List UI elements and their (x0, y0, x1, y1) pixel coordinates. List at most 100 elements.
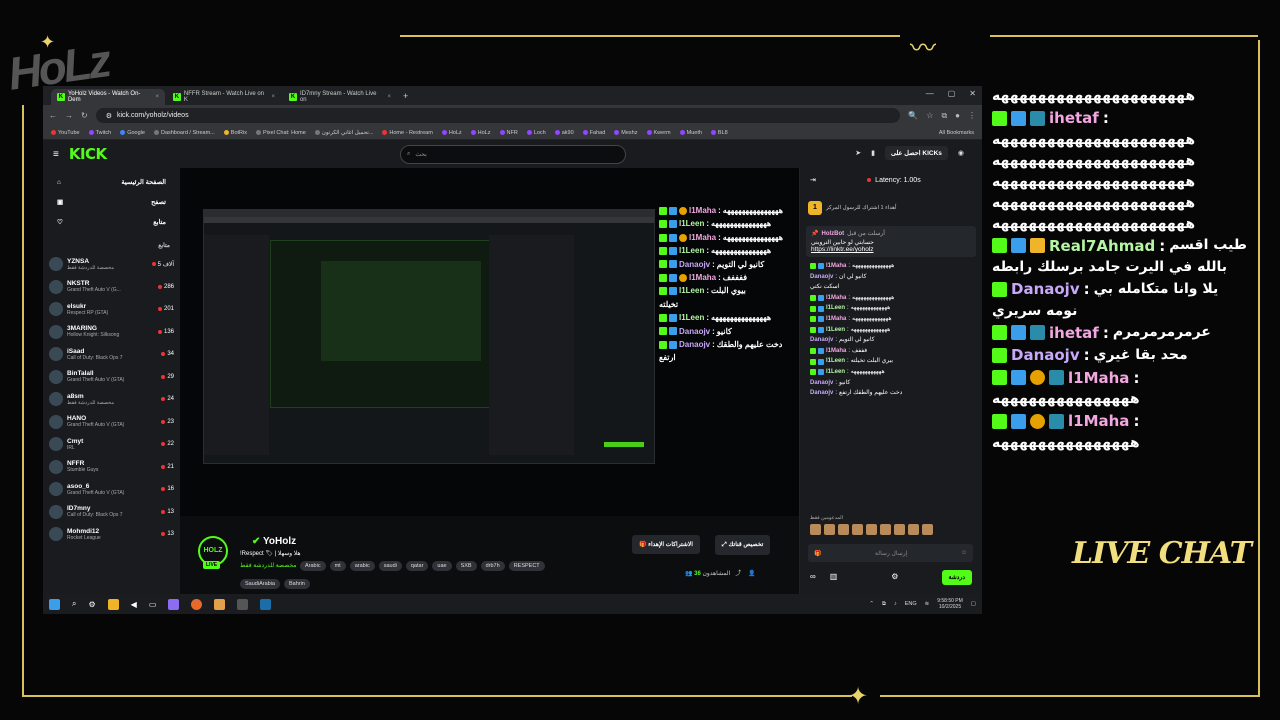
bookmark-item[interactable]: Kwerm (646, 130, 671, 136)
bookmark-item[interactable]: Dashboard / Stream... (153, 130, 215, 136)
follow-icon[interactable]: 👤 (748, 571, 755, 577)
store-icon[interactable]: ▥ (830, 572, 838, 581)
tag[interactable]: Arabic (300, 561, 326, 571)
tag[interactable]: qatar (405, 561, 429, 571)
emote[interactable] (810, 524, 821, 535)
emote[interactable] (922, 524, 933, 535)
settings-icon[interactable]: ⚙ (88, 600, 95, 609)
browser-tab[interactable]: K NFFR Stream - Watch Live on K × (167, 89, 281, 105)
search-icon[interactable]: ⌕ (72, 599, 76, 609)
nav-browse[interactable]: ▣ تصفح (49, 192, 174, 212)
chat-input[interactable]: 🎁 إرسال رسالة ☺ (808, 544, 973, 562)
channel-item[interactable]: NKSTR Grand Theft Auto V (G... 286 (49, 276, 174, 299)
new-tab-button[interactable]: + (399, 91, 412, 101)
chat-username[interactable]: l1Leen (826, 327, 845, 334)
start-icon[interactable] (49, 598, 60, 610)
clock[interactable]: 9:58:50 PM 10/2/2025 (937, 598, 963, 611)
channel-item[interactable]: YZNSA مخصصة للدردشة فقط 5 آلاف (49, 253, 174, 276)
chrome-icon[interactable] (237, 598, 249, 610)
bookmark-item[interactable]: Fahad (582, 130, 605, 136)
bookmark-item[interactable]: BotRix (223, 130, 247, 136)
browser-tab[interactable]: K ID7mny Stream - Watch Live on × (283, 89, 397, 105)
url-field[interactable]: ⚙ kick.com/yoholz/videos (95, 108, 901, 123)
bookmark-star-icon[interactable]: ☆ (926, 111, 933, 120)
app-icon[interactable] (214, 598, 226, 610)
channel-item[interactable]: a8sm مخصصة للدردشة فقط 24 (49, 388, 174, 411)
firefox-icon[interactable] (191, 598, 203, 610)
chat-username[interactable]: l1Leen (826, 358, 845, 365)
app-icon[interactable]: ◀ (131, 600, 137, 609)
channel-item[interactable]: Cmyt IRL 22 (49, 433, 174, 456)
tag[interactable]: Bahrin (283, 579, 310, 589)
chat-username[interactable]: Danaojv (810, 380, 833, 387)
chat-username[interactable]: l1Leen (826, 305, 845, 312)
bookmark-item[interactable]: Google (120, 130, 145, 136)
gift-icon[interactable]: 🎁 (814, 550, 821, 557)
bookmark-item[interactable]: ak90 (554, 130, 574, 136)
channel-item[interactable]: iSaad Call of Duty: Black Ops 7 34 (49, 343, 174, 366)
volume-icon[interactable]: ♪ (894, 601, 897, 607)
browser-tab[interactable]: K YoHolz Videos - Watch On-Dem × (51, 89, 165, 105)
stream-category[interactable]: مخصصة للدردشة فقط (240, 562, 296, 569)
tag[interactable]: arabic (349, 561, 375, 571)
forward-icon[interactable]: → (65, 111, 73, 120)
chat-username[interactable]: Danaojv (810, 274, 833, 281)
bookmark-item[interactable]: HoLz (441, 130, 462, 136)
collapse-chat-icon[interactable]: ⇥ (810, 176, 816, 184)
bookmark-item[interactable]: Mueth (679, 130, 702, 136)
bookmark-item[interactable]: BL8 (710, 130, 728, 136)
bookmark-item[interactable]: Loch (526, 130, 546, 136)
zoom-icon[interactable]: 🔍 (908, 111, 918, 120)
tag[interactable]: mt (329, 561, 346, 571)
profile-avatar[interactable]: ● (955, 111, 960, 120)
app-icon[interactable] (168, 598, 180, 610)
emote[interactable] (908, 524, 919, 535)
chevron-up-icon[interactable]: ⌃ (869, 601, 874, 607)
gift-subs-button[interactable]: 🎁 الاشتراكات الإهداء (632, 535, 700, 554)
channel-item[interactable]: HANO Grand Theft Auto V (GTA) 23 (49, 411, 174, 434)
menu-icon[interactable]: ⋮ (968, 111, 976, 120)
site-info-icon[interactable]: ⚙ (106, 112, 112, 120)
chat-username[interactable]: l1Maha (826, 348, 846, 355)
share-icon[interactable]: ⤴ (735, 571, 741, 577)
nav-home[interactable]: ⌂ الصفحة الرئيسية (49, 172, 174, 192)
bookmark-item[interactable]: Twitch (88, 130, 111, 136)
window-close-button[interactable]: ✕ (969, 89, 976, 98)
tag[interactable]: SaudiArabia (240, 579, 280, 589)
emote[interactable] (866, 524, 877, 535)
settings-icon[interactable]: ⚙ (891, 572, 898, 581)
search-input[interactable]: ⌕ بحث (400, 145, 626, 164)
back-icon[interactable]: ← (49, 111, 57, 120)
emote[interactable] (894, 524, 905, 535)
bookmark-item[interactable]: Meshz (614, 130, 638, 136)
folder-icon[interactable] (107, 598, 119, 610)
emote[interactable] (824, 524, 835, 535)
emote[interactable] (880, 524, 891, 535)
extensions-icon[interactable]: ⧉ (941, 111, 947, 121)
channel-item[interactable]: NFFR Stumble Guys 21 (49, 456, 174, 479)
tag[interactable]: saudi (378, 561, 402, 571)
rocket-icon[interactable]: ➤ (855, 149, 861, 157)
video-player[interactable]: l1Maha: هههههههههههههههه l1Leen: هههههههههه… (180, 168, 799, 516)
network-icon[interactable]: ⧉ (882, 601, 886, 608)
send-chat-button[interactable]: دردشة (941, 570, 972, 585)
customize-channel-button[interactable]: ⤢ تخصيص قناتك (715, 535, 771, 555)
steam-icon[interactable] (260, 598, 272, 610)
nav-following[interactable]: ♡ متابع (49, 212, 174, 232)
language-indicator[interactable]: ENG (905, 601, 917, 607)
chat-username[interactable]: Danaojv (810, 390, 833, 397)
reload-icon[interactable]: ↻ (81, 111, 88, 120)
profile-avatar[interactable]: ◉ (958, 149, 964, 157)
maximize-button[interactable]: ▢ (948, 89, 956, 98)
bookmark-item[interactable]: NFR (499, 130, 518, 136)
close-icon[interactable]: × (271, 94, 275, 100)
infinity-icon[interactable]: ∞ (810, 572, 816, 581)
channel-item[interactable]: BinTalall Grand Theft Auto V (GTA) 29 (49, 366, 174, 389)
streamer-name[interactable]: ✔ YoHolz (252, 536, 296, 547)
bookmark-item[interactable]: Pixel Chat: Home (255, 130, 306, 136)
wifi-icon[interactable]: ≋ (925, 601, 930, 607)
channel-item[interactable]: 3MARING Hollow Knight: Silksong 136 (49, 321, 174, 344)
chat-username[interactable]: l1Maha (826, 295, 846, 302)
emote[interactable] (838, 524, 849, 535)
chat-username[interactable]: Danaojv (810, 337, 833, 344)
